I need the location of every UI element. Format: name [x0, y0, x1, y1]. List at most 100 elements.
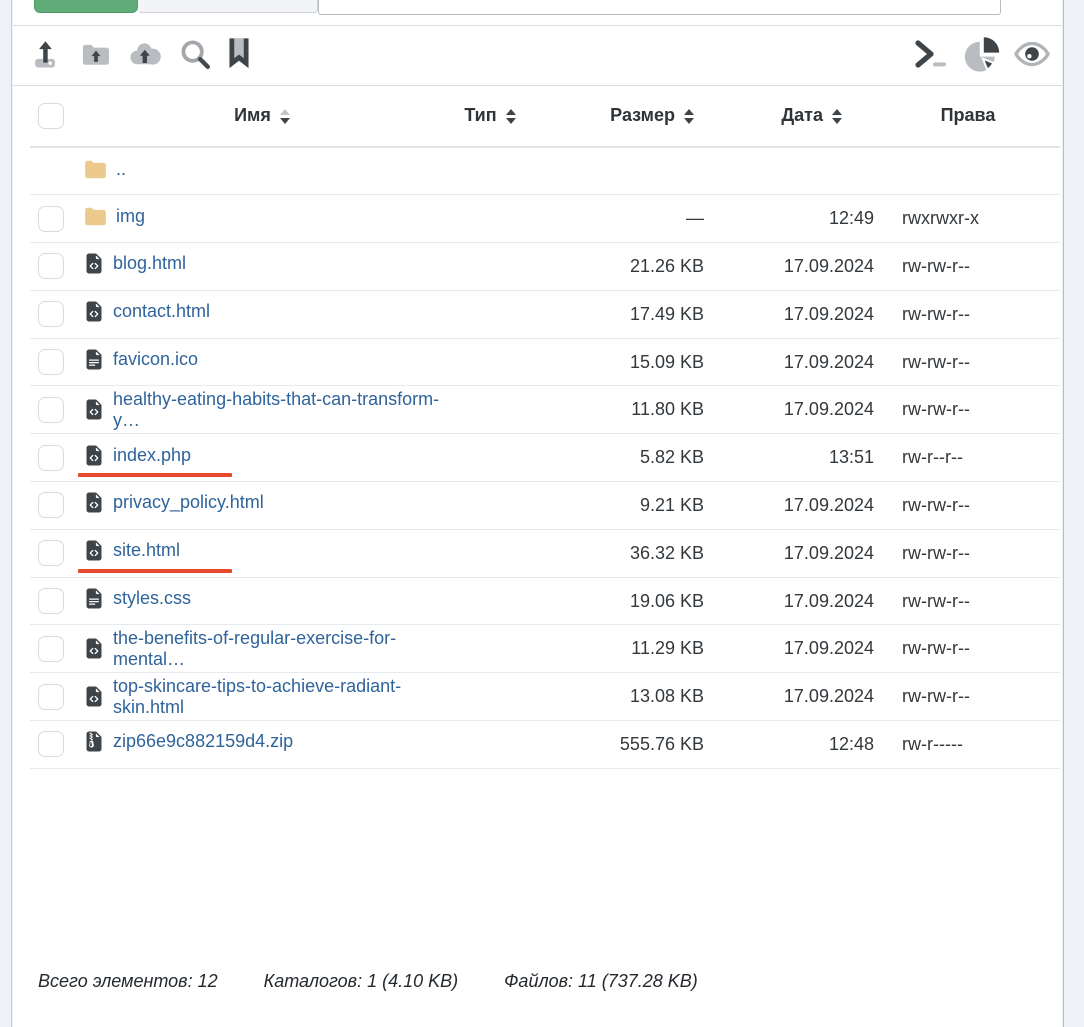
file-link[interactable]: healthy-eating-habits-that-can-transform…: [84, 389, 446, 431]
row-checkbox[interactable]: [38, 349, 64, 376]
row-checkbox[interactable]: [38, 731, 64, 758]
row-checkbox[interactable]: [38, 253, 64, 280]
file-perms: rw-rw-r--: [876, 242, 1060, 291]
search-button[interactable]: [179, 38, 211, 73]
file-size: —: [534, 194, 706, 243]
file-text-icon: [84, 349, 104, 370]
terminal-button[interactable]: [914, 39, 950, 71]
active-tab[interactable]: [34, 0, 138, 13]
row-checkbox[interactable]: [38, 635, 64, 662]
bookmark-icon: [228, 37, 250, 73]
file-size: 15.09 KB: [534, 337, 706, 386]
file-row: img — 12:49 rwxrwxr-x: [30, 194, 1060, 243]
file-perms: rw-rw-r--: [876, 337, 1060, 386]
column-header-date[interactable]: Дата: [706, 85, 876, 148]
file-link[interactable]: site.html: [84, 540, 180, 561]
file-code-icon: [84, 638, 104, 659]
file-row: the-benefits-of-regular-exercise-for-men…: [30, 624, 1060, 673]
file-code-icon: [84, 399, 104, 420]
select-all-checkbox[interactable]: [38, 102, 64, 129]
modified-underline: [78, 473, 232, 478]
file-type: [446, 289, 534, 339]
file-type: [446, 481, 534, 530]
file-link[interactable]: contact.html: [84, 301, 210, 322]
file-link[interactable]: blog.html: [84, 253, 186, 274]
file-perms: [876, 147, 1060, 195]
summary-files: Файлов: 11 (737.28 KB): [504, 971, 698, 991]
file-zip-icon: [84, 731, 104, 752]
column-header-name[interactable]: Имя: [78, 85, 446, 148]
path-input[interactable]: [318, 0, 1001, 15]
file-row: ..: [30, 147, 1060, 195]
file-code-icon: [84, 540, 104, 561]
file-size: 11.29 KB: [534, 624, 706, 673]
file-table: Имя Тип Размер Дата Права .. img — 12:49…: [30, 85, 1060, 769]
file-text-icon: [84, 588, 104, 609]
table-header-row: Имя Тип Размер Дата Права: [30, 85, 1060, 148]
row-checkbox[interactable]: [38, 540, 64, 567]
file-type: [446, 242, 534, 291]
file-type: [446, 433, 534, 482]
file-name: contact.html: [113, 301, 211, 322]
new-folder-button[interactable]: [81, 39, 111, 72]
hidden-files-button[interactable]: [1014, 39, 1050, 72]
file-row: zip66e9c882159d4.zip 555.76 KB 12:48 rw-…: [30, 720, 1060, 769]
file-link[interactable]: ..: [84, 159, 126, 180]
file-perms: rw-rw-r--: [876, 528, 1060, 578]
file-link[interactable]: the-benefits-of-regular-exercise-for-men…: [84, 628, 446, 670]
right-scrollbar-track[interactable]: [1063, 0, 1084, 1027]
file-size: 17.49 KB: [534, 289, 706, 339]
file-table-body: .. img — 12:49 rwxrwxr-x blog.html 21.26…: [30, 147, 1060, 769]
row-checkbox[interactable]: [38, 683, 64, 710]
left-gutter: [0, 0, 12, 1027]
file-perms: rw-rw-r--: [876, 385, 1060, 434]
row-checkbox[interactable]: [38, 444, 64, 471]
folder-icon: [84, 207, 107, 226]
file-row: top-skincare-tips-to-achieve-radiant-ski…: [30, 672, 1060, 721]
row-checkbox[interactable]: [38, 205, 64, 232]
file-code-icon: [84, 445, 104, 466]
file-date: 17.09.2024: [706, 337, 876, 386]
file-date: 17.09.2024: [706, 481, 876, 530]
file-type: [446, 672, 534, 721]
file-link[interactable]: zip66e9c882159d4.zip: [84, 731, 293, 752]
column-header-type[interactable]: Тип: [446, 85, 534, 148]
file-row: styles.css 19.06 KB 17.09.2024 rw-rw-r--: [30, 576, 1060, 625]
disk-usage-button[interactable]: [963, 35, 1001, 76]
file-code-icon: [84, 253, 104, 274]
header-label: Имя: [234, 105, 271, 125]
row-checkbox[interactable]: [38, 396, 64, 423]
upload-button[interactable]: [34, 38, 64, 73]
file-name: the-benefits-of-regular-exercise-for-men…: [113, 627, 397, 669]
pie-chart-icon: [963, 35, 1001, 76]
file-date: 17.09.2024: [706, 624, 876, 673]
file-link[interactable]: styles.css: [84, 588, 191, 609]
file-link[interactable]: favicon.ico: [84, 349, 198, 370]
file-type: [446, 147, 534, 195]
file-name: privacy_policy.html: [113, 492, 264, 513]
column-header-size[interactable]: Размер: [534, 85, 706, 148]
file-name: blog.html: [113, 253, 187, 274]
file-date: 17.09.2024: [706, 242, 876, 291]
file-perms: rw-r--r--: [876, 433, 1060, 482]
row-checkbox[interactable]: [38, 588, 64, 615]
file-type: [446, 528, 534, 578]
file-size: 19.06 KB: [534, 576, 706, 625]
bookmark-button[interactable]: [228, 37, 250, 73]
sort-icon: [684, 108, 694, 124]
file-link[interactable]: privacy_policy.html: [84, 492, 264, 513]
inactive-tab[interactable]: [138, 0, 318, 13]
file-link[interactable]: img: [84, 206, 145, 227]
file-name: styles.css: [113, 588, 192, 609]
file-type: [446, 337, 534, 386]
modified-underline: [78, 568, 232, 573]
file-link[interactable]: top-skincare-tips-to-achieve-radiant-ski…: [84, 676, 446, 718]
row-checkbox[interactable]: [38, 492, 64, 519]
file-link[interactable]: index.php: [84, 445, 191, 466]
file-perms: rw-rw-r--: [876, 624, 1060, 673]
file-row: blog.html 21.26 KB 17.09.2024 rw-rw-r--: [30, 242, 1060, 291]
row-checkbox[interactable]: [38, 301, 64, 328]
file-code-icon: [84, 492, 104, 513]
column-header-perms: Права: [876, 85, 1060, 148]
cloud-upload-button[interactable]: [128, 39, 162, 72]
